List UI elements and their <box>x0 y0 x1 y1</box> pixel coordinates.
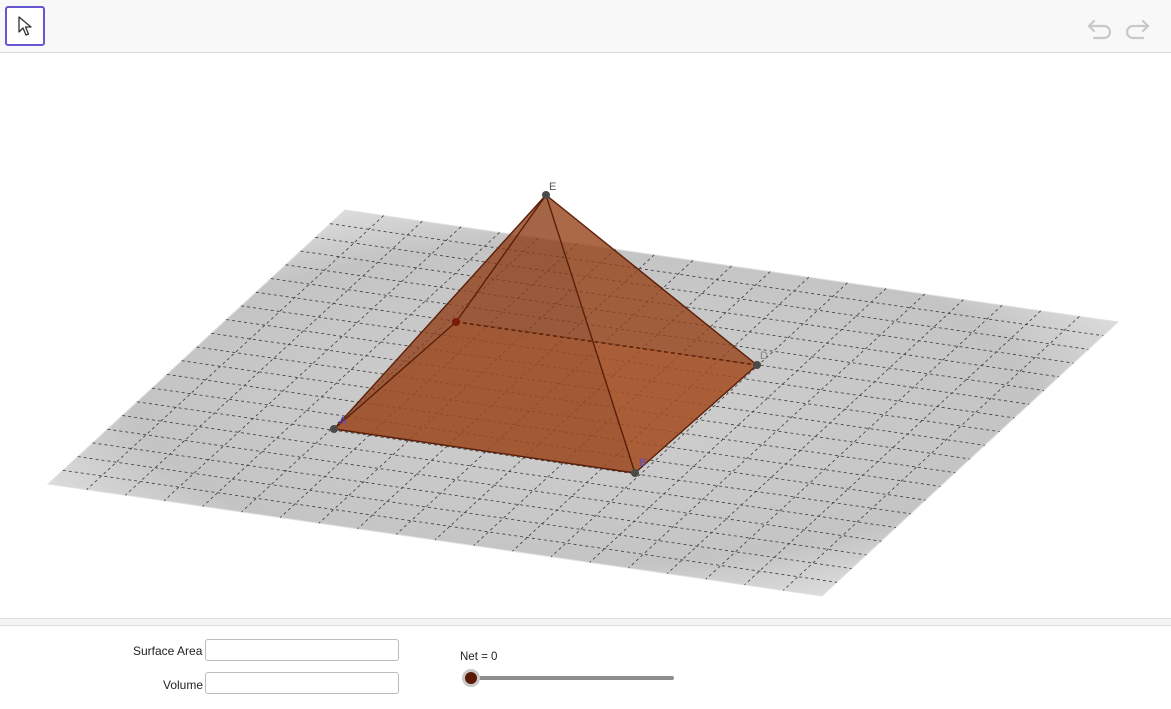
surface-area-input[interactable] <box>205 639 399 661</box>
volume-input[interactable] <box>205 672 399 694</box>
redo-button[interactable] <box>1122 14 1152 42</box>
label-d: D <box>760 350 768 362</box>
3d-graphics-view[interactable]: A B D E <box>0 54 1171 618</box>
redo-icon <box>1125 19 1150 40</box>
net-slider-track[interactable] <box>470 676 674 680</box>
undo-button[interactable] <box>1085 14 1115 42</box>
point-c[interactable] <box>452 318 460 326</box>
panel-divider[interactable] <box>0 618 1171 626</box>
point-b[interactable] <box>631 469 639 477</box>
net-slider-handle[interactable] <box>462 669 480 687</box>
move-tool-button[interactable] <box>5 6 45 46</box>
label-e: E <box>549 181 556 193</box>
point-a[interactable] <box>330 425 338 433</box>
label-a: A <box>339 415 347 427</box>
label-b: B <box>639 457 646 469</box>
undo-icon <box>1087 19 1112 40</box>
3d-scene: A B D E <box>46 181 1120 597</box>
volume-label: Volume <box>163 678 204 692</box>
arrow-cursor-icon <box>18 16 32 36</box>
point-d[interactable] <box>753 361 761 369</box>
controls-panel: Surface Area Volume Net = 0 <box>0 626 1171 709</box>
net-slider-label: Net = 0 <box>460 651 498 663</box>
toolbar <box>0 0 1171 53</box>
surface-area-label: Surface Area <box>133 644 203 658</box>
